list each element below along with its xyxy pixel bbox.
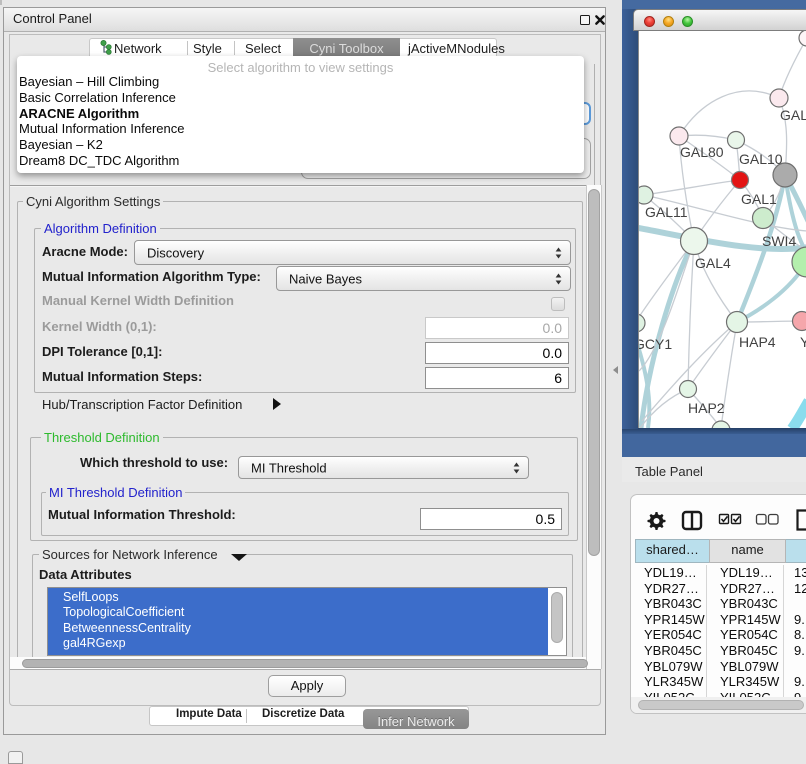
svg-text:GAL1: GAL1 <box>741 191 777 207</box>
svg-text:GAL80: GAL80 <box>680 144 724 160</box>
svg-text:Y: Y <box>800 334 806 350</box>
svg-text:HAP4: HAP4 <box>739 334 776 350</box>
svg-text:HAP2: HAP2 <box>688 400 725 416</box>
svg-text:GAL7: GAL7 <box>780 107 806 123</box>
svg-text:GAL10: GAL10 <box>739 151 783 167</box>
svg-text:SWI4: SWI4 <box>762 233 796 249</box>
svg-text:GCY1: GCY1 <box>639 336 672 352</box>
svg-text:GAL4: GAL4 <box>695 255 731 271</box>
svg-text:GAL11: GAL11 <box>645 204 688 220</box>
